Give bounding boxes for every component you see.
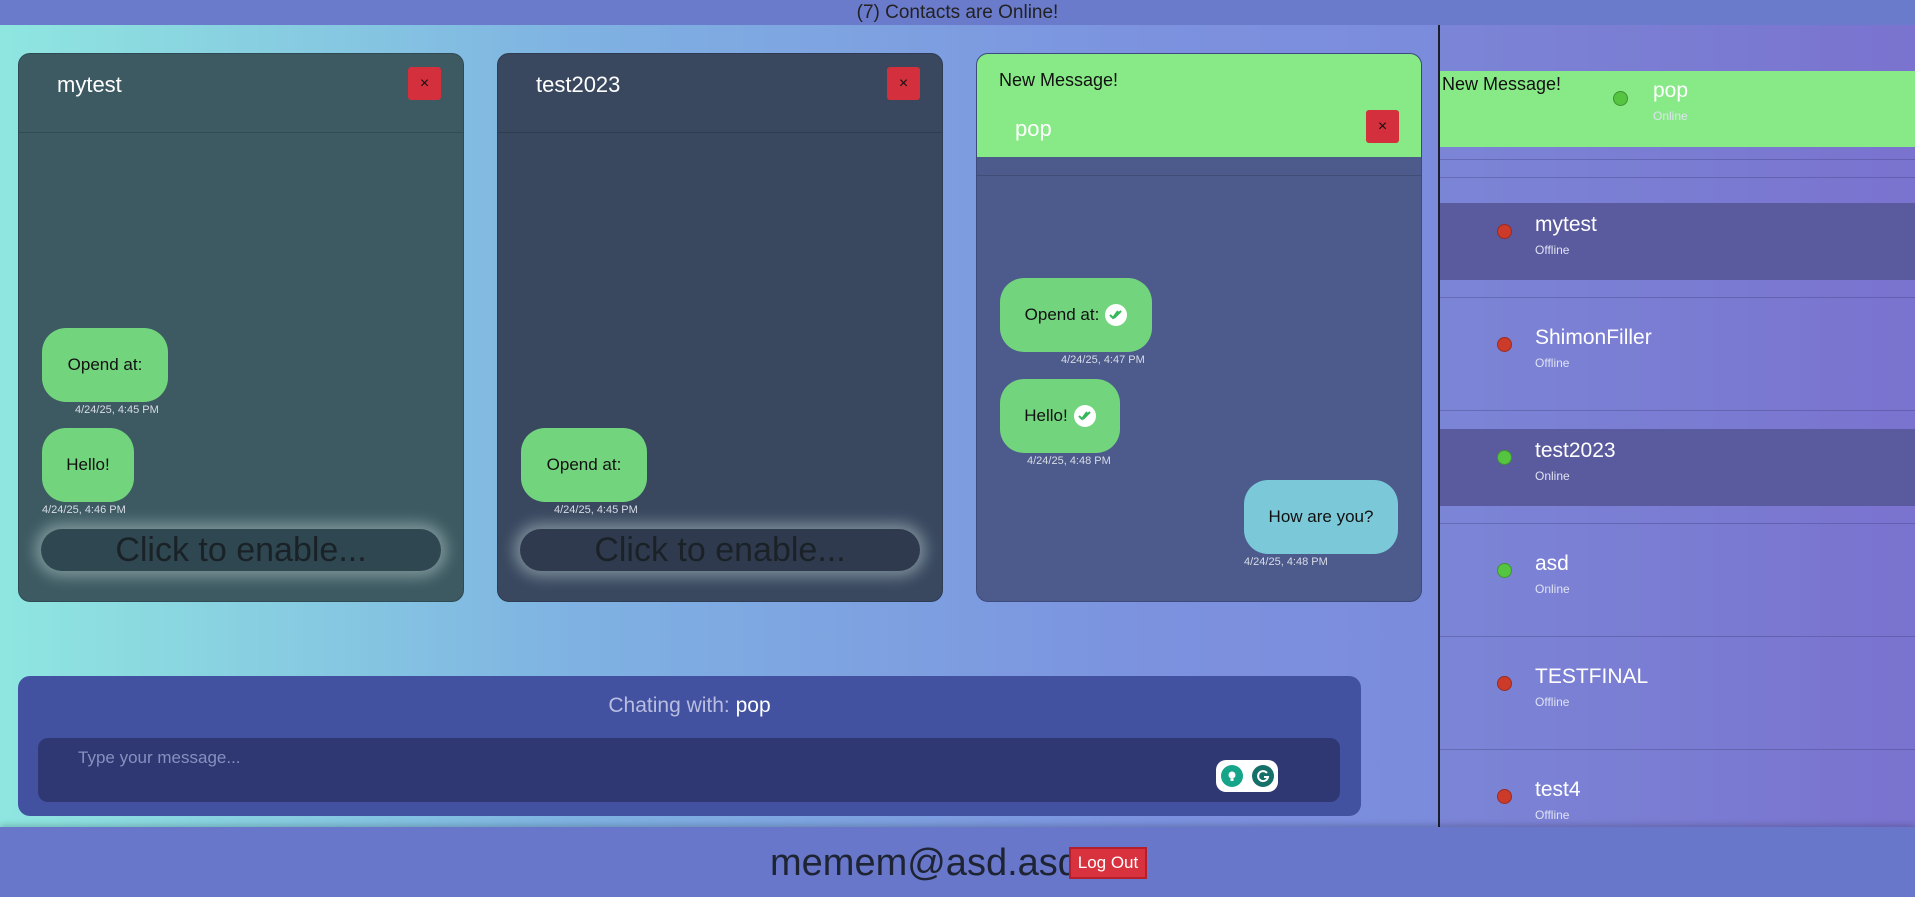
- divider: [1440, 749, 1915, 750]
- lightbulb-icon[interactable]: [1220, 765, 1243, 787]
- message-time: 4/24/25, 4:46 PM: [42, 504, 126, 516]
- contact-name: test4: [1535, 778, 1581, 801]
- message-time: 4/24/25, 4:48 PM: [1027, 455, 1111, 467]
- message-bubble: Opend at:: [521, 428, 647, 502]
- divider: [1440, 159, 1915, 160]
- online-status-icon: [1497, 563, 1512, 578]
- contact-status: Online: [1653, 109, 1688, 123]
- chat-header: test2023 ×: [498, 54, 942, 133]
- chat-header: mytest ×: [19, 54, 463, 133]
- contact-item-test4[interactable]: test4 Offline: [1440, 768, 1915, 827]
- contact-status: Offline: [1535, 356, 1570, 370]
- contact-status: Offline: [1535, 695, 1570, 709]
- message-time: 4/24/25, 4:47 PM: [1061, 354, 1145, 366]
- divider: [1440, 523, 1915, 524]
- divider: [977, 157, 1421, 176]
- contact-name: TESTFINAL: [1535, 665, 1649, 688]
- footer-bar: memem@asd.asd Log Out: [0, 827, 1915, 897]
- offline-status-icon: [1497, 789, 1512, 804]
- divider: [1440, 297, 1915, 298]
- message-time: 4/24/25, 4:48 PM: [1244, 556, 1328, 568]
- message-text: Hello!: [1024, 406, 1068, 425]
- offline-status-icon: [1497, 337, 1512, 352]
- close-chat-button[interactable]: ×: [408, 67, 441, 100]
- grammarly-icon[interactable]: [1251, 765, 1274, 787]
- chat-header: New Message! pop ×: [977, 54, 1421, 157]
- message-bubble: Hello!: [1000, 379, 1120, 453]
- offline-status-icon: [1497, 676, 1512, 691]
- contact-item-asd[interactable]: asd Online: [1440, 542, 1915, 619]
- enable-chat-input[interactable]: Click to enable...: [520, 529, 920, 571]
- chat-window-test2023: test2023 × Opend at: 4/24/25, 4:45 PM Cl…: [497, 53, 943, 602]
- contact-status: Offline: [1535, 808, 1570, 822]
- message-time: 4/24/25, 4:45 PM: [75, 404, 159, 416]
- message-text: Opend at:: [1024, 305, 1100, 324]
- user-email: memem@asd.asd: [770, 842, 1079, 884]
- chat-window-mytest: mytest × Opend at: 4/24/25, 4:45 PM Hell…: [18, 53, 464, 602]
- chat-title: test2023: [536, 72, 621, 97]
- contact-item-test2023[interactable]: test2023 Online: [1440, 429, 1915, 506]
- chat-window-pop: New Message! pop × Opend at: 4/24/25, 4:…: [976, 53, 1422, 602]
- grammarly-widget[interactable]: [1216, 760, 1278, 792]
- contact-status: Online: [1535, 469, 1570, 483]
- read-check-icon: [1105, 304, 1128, 326]
- sent-message-bubble: How are you?: [1244, 480, 1398, 554]
- chatting-with-label: Chating with: pop: [18, 694, 1361, 718]
- divider: [1440, 410, 1915, 411]
- online-count-banner: (7) Contacts are Online!: [0, 0, 1915, 25]
- contact-name: asd: [1535, 552, 1569, 575]
- online-status-icon: [1613, 91, 1628, 106]
- contact-status: Online: [1535, 582, 1570, 596]
- contact-item-testfinal[interactable]: TESTFINAL Offline: [1440, 655, 1915, 732]
- contact-item-pop[interactable]: pop Online: [1440, 71, 1915, 148]
- message-bubble: Opend at:: [1000, 278, 1152, 352]
- divider: [1440, 636, 1915, 637]
- new-message-notice: New Message!: [999, 70, 1119, 90]
- enable-chat-input[interactable]: Click to enable...: [41, 529, 441, 571]
- close-chat-button[interactable]: ×: [1366, 110, 1399, 143]
- chat-title: mytest: [57, 72, 122, 97]
- online-status-icon: [1497, 450, 1512, 465]
- divider: [1440, 177, 1915, 178]
- offline-status-icon: [1497, 224, 1512, 239]
- contact-name: pop: [1653, 79, 1689, 102]
- contact-status: Offline: [1535, 243, 1570, 257]
- read-check-icon: [1073, 405, 1096, 427]
- logout-button[interactable]: Log Out: [1069, 847, 1147, 879]
- message-time: 4/24/25, 4:45 PM: [554, 504, 638, 516]
- message-bubble: Opend at:: [42, 328, 168, 402]
- message-bubble: Hello!: [42, 428, 134, 502]
- message-input[interactable]: Type your message...: [38, 738, 1340, 802]
- chat-partner-name: pop: [735, 694, 771, 717]
- chat-title: pop: [1015, 116, 1052, 141]
- contact-name: ShimonFiller: [1535, 326, 1652, 349]
- contacts-sidebar: New Message! pop Online mytest Offline S…: [1438, 25, 1915, 827]
- contact-item-shimonfiller[interactable]: ShimonFiller Offline: [1440, 316, 1915, 393]
- close-chat-button[interactable]: ×: [887, 67, 920, 100]
- contact-item-mytest[interactable]: mytest Offline: [1440, 203, 1915, 280]
- compose-panel: Chating with: pop Type your message...: [18, 676, 1361, 816]
- contact-name: mytest: [1535, 213, 1597, 236]
- contact-name: test2023: [1535, 439, 1616, 462]
- chatting-with-prefix: Chating with:: [608, 694, 736, 717]
